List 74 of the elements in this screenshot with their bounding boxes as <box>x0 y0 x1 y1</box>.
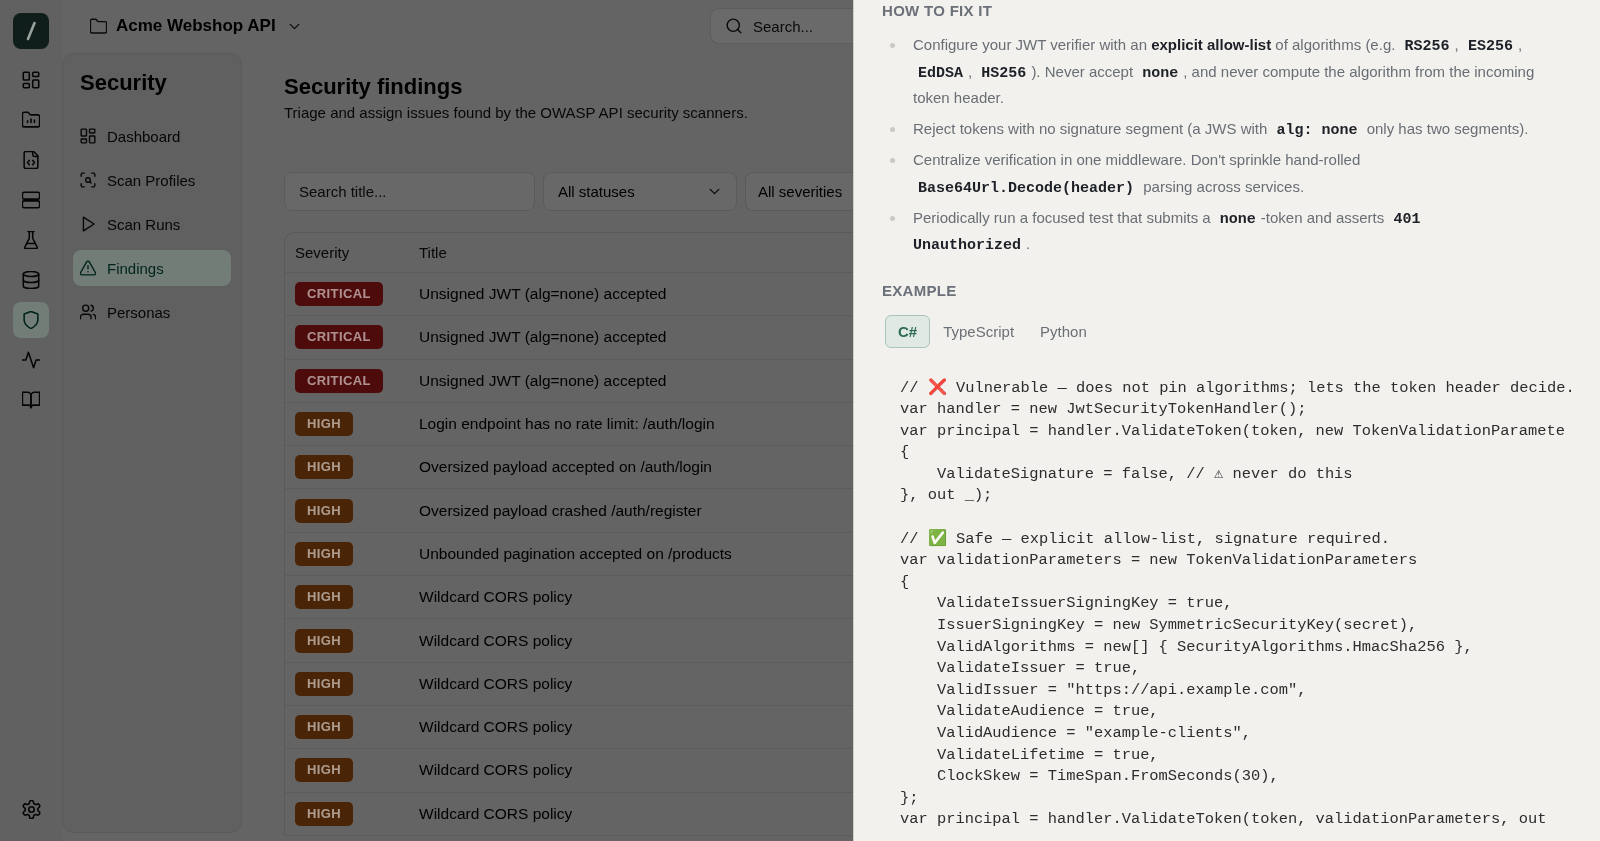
finding-title[interactable]: Wildcard CORS policy <box>419 718 853 737</box>
sidebar-title: Security <box>79 69 168 97</box>
play-icon <box>80 216 96 232</box>
severity-select[interactable]: All severities <box>745 172 853 211</box>
project-switcher[interactable]: Acme Webshop API <box>90 16 302 36</box>
severity-badge: HIGH <box>295 541 354 566</box>
sidebar-item[interactable]: Personas <box>73 294 231 330</box>
fix-step-text: Configure your JWT verifier with an explicit allow-list of algorithms (e.g. RS256 , ES256 , EdDSA , HS256 ). Never accept none , and never compute the algorithm from the incoming token header. <box>913 35 1536 108</box>
sidebar-item[interactable]: Scan Profiles <box>73 162 231 198</box>
fix-step-text: Periodically run a focused test that submits a none -token and asserts 401 Unauthorized . <box>913 207 1422 256</box>
finding-title[interactable]: Wildcard CORS policy <box>419 804 853 823</box>
severity-badge: HIGH <box>295 412 354 437</box>
bullet-icon <box>890 215 895 221</box>
warning-icon <box>80 260 96 276</box>
shield-icon <box>22 311 40 329</box>
severity-badge: HIGH <box>295 715 354 740</box>
section-heading: HOW TO FIX IT <box>882 1 994 21</box>
rail-button[interactable] <box>13 302 49 338</box>
language-tab[interactable]: TypeScript <box>930 314 1028 348</box>
finding-title[interactable]: Unsigned JWT (alg=none) accepted <box>419 328 853 347</box>
page-title: Security findings <box>284 73 464 101</box>
fix-step-text: Reject tokens with no signature segment (a JWS with alg: none only has two segments). <box>913 119 1529 141</box>
bullet-icon <box>890 43 895 48</box>
bullet-icon <box>890 127 895 132</box>
severity-badge: HIGH <box>295 801 354 826</box>
column-header: Severity <box>295 244 351 261</box>
finding-title[interactable]: Wildcard CORS policy <box>419 588 853 607</box>
sidebar-item[interactable]: Scan Runs <box>73 206 231 242</box>
finding-title[interactable]: Wildcard CORS policy <box>419 761 853 780</box>
finding-title[interactable]: Wildcard CORS policy <box>419 631 853 650</box>
folder-icon <box>90 17 107 35</box>
settings-icon <box>21 799 41 819</box>
search-field[interactable]: Search title... <box>284 172 535 211</box>
scan-icon <box>80 172 96 188</box>
code-text: // ❌ Vulnerable — does not pin algorithms; lets the token header decide. var handler = new JwtSecurityTokenHandler(); var principal = handler.ValidateToken(token, new TokenValidationParamete { ValidateSignature = false, // ⚠ never do this }, out _); // ✅ Safe — explicit allow-list, signature required. var validationParameters = new TokenValidationParameters { ValidateIssuerSigningKey = true, IssuerSigningKey = new SymmetricSecurityKey(secret), ValidAlgorithms = new[] { SecurityAlgorithms.HmacSha256 }, ValidateIssuer = true, ValidIssuer = "https://api.example.com", ValidateAudience = true, ValidAudience = "example-clients", ValidateLifetime = true, ClockSkew = TimeSpan.FromSeconds(30), }; var principal = handler.ValidateToken(token, validationParameters, out <box>899 377 1576 831</box>
sidebar-item[interactable]: Dashboard <box>73 118 231 154</box>
severity-badge: CRITICAL <box>295 325 383 350</box>
fix-step-text: Centralize verification in one middleware. Don't sprinkle hand-rolled Base64Url.Decode(header) parsing across services. <box>913 150 1362 199</box>
severity-badge: HIGH <box>295 455 354 480</box>
finding-title[interactable]: Unsigned JWT (alg=none) accepted <box>419 285 853 304</box>
language-tab[interactable]: C# <box>885 314 931 348</box>
finding-title[interactable]: Unsigned JWT (alg=none) accepted <box>419 371 853 390</box>
bullet-icon <box>890 158 895 163</box>
severity-badge: HIGH <box>295 585 354 610</box>
status-select[interactable]: All statuses <box>543 172 737 211</box>
severity-badge: HIGH <box>295 498 354 523</box>
page-subtitle: Triage and assign issues found by the OWASP API security scanners. <box>284 103 749 123</box>
search-field[interactable]: Search... <box>710 8 853 44</box>
chart-folder-icon <box>22 111 40 129</box>
severity-badge: HIGH <box>295 671 354 696</box>
sidebar-item[interactable]: Findings <box>73 250 231 286</box>
severity-badge: HIGH <box>295 628 354 653</box>
server-icon <box>22 191 40 209</box>
users-icon <box>80 304 96 320</box>
code-file-icon <box>22 151 40 169</box>
search-icon <box>726 18 742 34</box>
flask-icon <box>22 231 40 249</box>
severity-badge: CRITICAL <box>295 368 383 393</box>
finding-title[interactable]: Wildcard CORS policy <box>419 674 853 693</box>
finding-title[interactable]: Oversized payload accepted on /auth/login <box>419 458 853 477</box>
database-icon <box>22 271 40 289</box>
pulse-icon <box>22 351 40 369</box>
logo-icon <box>13 13 49 49</box>
grid-icon <box>22 71 40 89</box>
severity-badge: CRITICAL <box>295 282 383 307</box>
finding-title[interactable]: Login endpoint has no rate limit: /auth/login <box>419 415 853 434</box>
column-header: Title <box>419 244 448 261</box>
finding-title[interactable]: Oversized payload crashed /auth/register <box>419 501 853 520</box>
book-icon <box>22 391 40 409</box>
severity-badge: HIGH <box>295 758 354 783</box>
finding-title[interactable]: Unbounded pagination accepted on /products <box>419 544 853 563</box>
language-tab[interactable]: Python <box>1027 314 1100 348</box>
section-heading: EXAMPLE <box>882 280 958 301</box>
grid-icon <box>80 128 96 144</box>
